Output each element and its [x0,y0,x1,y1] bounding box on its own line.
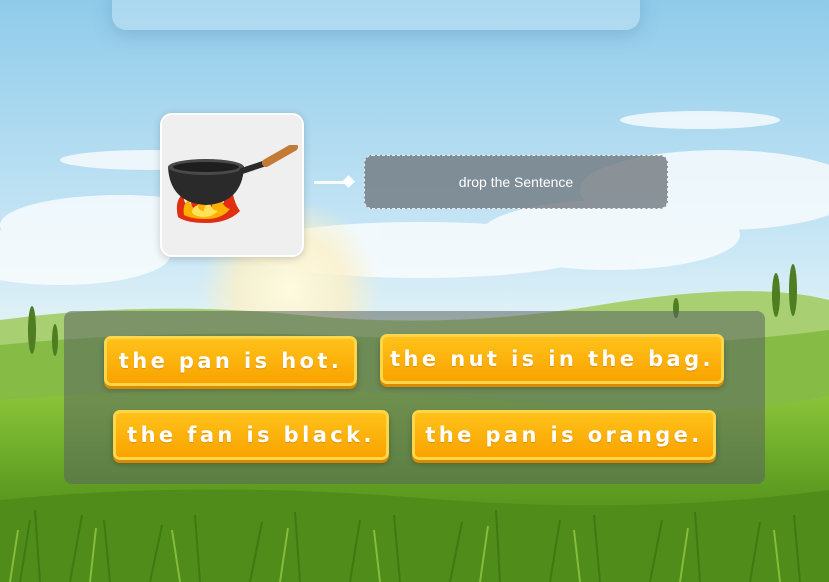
drop-zone-label: drop the Sentence [458,174,574,190]
background-scene [0,0,829,582]
wok-pan-on-fire-icon [168,145,298,223]
top-header-panel [112,0,640,30]
sentence-option-button[interactable]: the fan is black. [113,410,389,460]
picture-card [160,113,304,257]
sentence-drop-zone[interactable]: drop the Sentence [364,155,668,209]
sentence-option-button[interactable]: the pan is hot. [104,336,357,386]
landscape-background [0,0,829,582]
sentence-option-button[interactable]: the pan is orange. [412,410,716,460]
sentence-option-button[interactable]: the nut is in the bag. [380,334,724,384]
